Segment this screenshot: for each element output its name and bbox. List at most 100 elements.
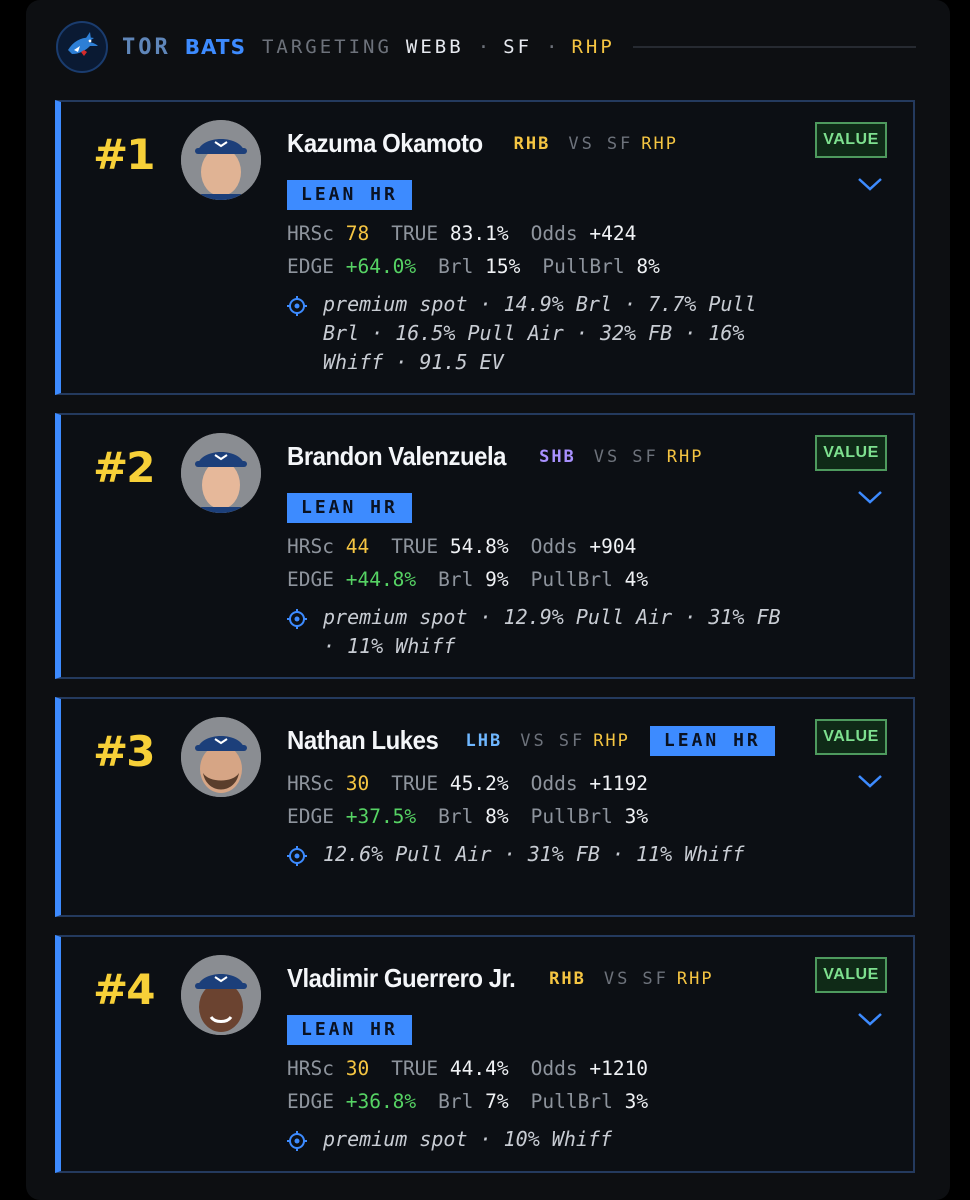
stats-block: HRSc 44 TRUE 54.8% Odds +904 EDGE +44.8% Br…	[287, 530, 648, 596]
player-avatar	[181, 433, 261, 513]
note-row: premium spot · 10% Whiff	[287, 1125, 787, 1155]
brl-label: Brl	[438, 1090, 474, 1113]
targeting-label: TARGETING	[261, 36, 392, 58]
brl-value: 8%	[485, 805, 509, 828]
rank-label: #2	[93, 443, 155, 492]
opponent-hand: RHP	[641, 133, 679, 154]
player-card[interactable]: #3 Nathan Lukes LHB VS SF RHP LEAN HR HR…	[55, 697, 915, 917]
player-card[interactable]: #4 Vladimir Guerrero Jr. RHB VS SF RHP L…	[55, 935, 915, 1173]
true-label: TRUE	[391, 222, 439, 245]
opponent-team: SF	[642, 968, 669, 989]
true-value: 45.2%	[449, 772, 509, 795]
brl-label: Brl	[438, 805, 474, 828]
edge-value: +64.0%	[345, 255, 417, 278]
hrsc-label: HRSc	[287, 222, 334, 245]
player-name[interactable]: Nathan Lukes	[287, 725, 439, 756]
matchup-header: TOR BATS TARGETING WEBB · SF · RHP	[56, 21, 916, 73]
brl-label: Brl	[438, 255, 474, 278]
hrsc-label: HRSc	[287, 535, 334, 558]
true-label: TRUE	[391, 772, 439, 795]
name-row: Kazuma Okamoto RHB VS SF RHP	[287, 128, 678, 159]
brl-label: Brl	[438, 568, 474, 591]
chevron-down-icon[interactable]	[857, 176, 883, 192]
note-text: premium spot · 12.9% Pull Air · 31% FB ·…	[323, 605, 781, 658]
odds-value: +1210	[589, 1057, 649, 1080]
bat-hand: LHB	[465, 730, 503, 751]
target-icon	[287, 840, 323, 870]
opponent-team: SF	[558, 730, 586, 751]
lean-hr-badge: LEAN HR	[649, 725, 775, 756]
pitcher-name: WEBB	[405, 36, 464, 58]
bat-hand: RHB	[513, 133, 551, 154]
player-name[interactable]: Kazuma Okamoto	[287, 128, 483, 159]
player-name[interactable]: Brandon Valenzuela	[287, 441, 506, 472]
header-divider	[632, 46, 916, 48]
name-row: Nathan Lukes LHB VS SF RHP LEAN HR	[287, 725, 775, 756]
odds-value: +424	[589, 222, 637, 245]
bat-hand: RHB	[549, 968, 586, 989]
true-value: 83.1%	[449, 222, 509, 245]
edge-label: EDGE	[287, 568, 334, 591]
hrsc-label: HRSc	[287, 1057, 334, 1080]
hrsc-value: 30	[345, 1057, 370, 1080]
lean-hr-badge: LEAN HR	[287, 1015, 412, 1045]
edge-value: +36.8%	[345, 1090, 417, 1113]
pullbrl-value: 4%	[624, 568, 649, 591]
true-value: 44.4%	[449, 1057, 509, 1080]
hrsc-value: 44	[345, 535, 370, 558]
target-icon	[287, 603, 323, 661]
mode-label: BATS	[184, 35, 246, 59]
rank-label: #1	[93, 130, 155, 179]
rank-label: #3	[93, 727, 155, 776]
odds-value: +1192	[589, 772, 649, 795]
value-badge: VALUE	[815, 122, 887, 158]
odds-label: Odds	[530, 1057, 578, 1080]
edge-label: EDGE	[287, 805, 334, 828]
vs-label: VS	[568, 133, 595, 154]
edge-value: +44.8%	[345, 568, 417, 591]
lean-hr-badge: LEAN HR	[287, 493, 412, 523]
pitcher-hand: RHP	[571, 36, 615, 58]
chevron-down-icon[interactable]	[857, 489, 883, 505]
vs-label: VS	[520, 730, 547, 751]
player-card[interactable]: #2 Brandon Valenzuela SHB VS SF RHP LEAN…	[55, 413, 915, 679]
player-card[interactable]: #1 Kazuma Okamoto RHB VS SF RHP LEAN HR …	[55, 100, 915, 395]
chevron-down-icon[interactable]	[857, 773, 883, 789]
odds-label: Odds	[530, 222, 578, 245]
target-icon	[287, 1125, 323, 1155]
opponent-team: SF	[632, 446, 659, 467]
chevron-down-icon[interactable]	[857, 1011, 883, 1027]
player-avatar	[181, 717, 261, 797]
stats-block: HRSc 30 TRUE 45.2% Odds +1192 EDGE +37.5% B…	[287, 767, 648, 833]
vs-label: VS	[603, 968, 631, 989]
hrsc-value: 30	[345, 772, 370, 795]
brl-value: 7%	[485, 1090, 509, 1113]
edge-label: EDGE	[287, 255, 334, 278]
rank-label: #4	[93, 965, 155, 1014]
vs-label: VS	[593, 446, 621, 467]
player-avatar	[181, 120, 261, 200]
note-row: premium spot · 14.9% Brl · 7.7% Pull Brl…	[287, 290, 787, 377]
opponent-hand: RHP	[593, 730, 630, 751]
value-badge: VALUE	[815, 719, 887, 755]
stats-block: HRSc 30 TRUE 44.4% Odds +1210 EDGE +36.8% B…	[287, 1052, 648, 1118]
opponent-team: SF	[606, 133, 634, 154]
separator: ·	[477, 36, 490, 58]
true-label: TRUE	[391, 535, 439, 558]
edge-value: +37.5%	[345, 805, 417, 828]
player-name[interactable]: Vladimir Guerrero Jr.	[287, 963, 516, 994]
true-label: TRUE	[391, 1057, 439, 1080]
hrsc-value: 78	[345, 222, 370, 245]
odds-label: Odds	[530, 535, 578, 558]
player-avatar	[181, 955, 261, 1035]
lean-hr-badge: LEAN HR	[287, 180, 412, 210]
pullbrl-label: PullBrl	[530, 1090, 613, 1113]
true-value: 54.8%	[449, 535, 509, 558]
bat-hand: SHB	[539, 446, 576, 467]
pullbrl-value: 8%	[636, 255, 660, 278]
edge-label: EDGE	[287, 1090, 334, 1113]
separator: ·	[546, 36, 558, 58]
odds-value: +904	[589, 535, 637, 558]
opponent-hand: RHP	[666, 446, 704, 467]
note-text: premium spot · 14.9% Brl · 7.7% Pull Brl…	[323, 292, 757, 374]
